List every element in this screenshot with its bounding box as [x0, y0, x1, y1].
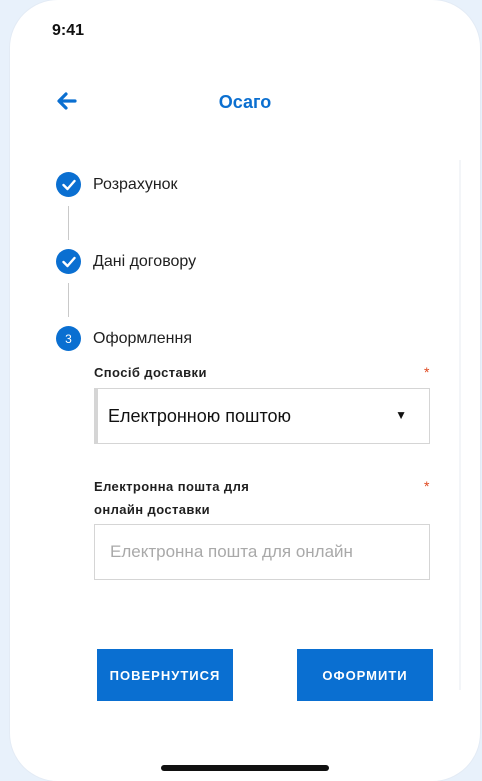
page-title: Осаго [218, 92, 272, 112]
checkmark-icon [61, 256, 76, 267]
step-done-badge [56, 249, 81, 274]
delivery-method-value: Електронною поштою [108, 405, 292, 426]
scroll-track [459, 160, 461, 690]
step-done-badge [56, 172, 81, 197]
step-label: Дані договору [93, 252, 197, 270]
status-time: 9:41 [52, 22, 85, 39]
delivery-method-label: Спосіб доставки [94, 365, 207, 380]
step-number-badge: 3 [56, 326, 81, 351]
email-label-line2: онлайн доставки [94, 502, 211, 517]
checkmark-icon [61, 179, 76, 190]
step-label: Оформлення [93, 329, 192, 347]
step-connector [68, 283, 69, 317]
step-connector [68, 206, 69, 240]
dropdown-arrow-icon: ▼ [395, 408, 407, 422]
back-button[interactable]: ПОВЕРНУТИСЯ [97, 649, 233, 701]
step-registration[interactable]: 3 Оформлення [56, 326, 192, 351]
required-mark: * [424, 478, 430, 494]
email-label: Електронна пошта для онлайн доставки [94, 475, 249, 521]
step-contract-data[interactable]: Дані договору [56, 249, 196, 274]
delivery-method-select[interactable]: Електронною поштою ▼ [94, 388, 430, 444]
home-indicator[interactable] [161, 765, 329, 771]
phone-screen: 9:41 Осаго Розрахунок Дані договору 3 Оф… [10, 0, 480, 781]
submit-button[interactable]: ОФОРМИТИ [297, 649, 433, 701]
email-input[interactable] [94, 524, 430, 580]
step-calculation[interactable]: Розрахунок [56, 172, 178, 197]
email-label-line1: Електронна пошта для [94, 479, 250, 494]
required-mark: * [424, 364, 430, 380]
step-label: Розрахунок [93, 175, 178, 193]
